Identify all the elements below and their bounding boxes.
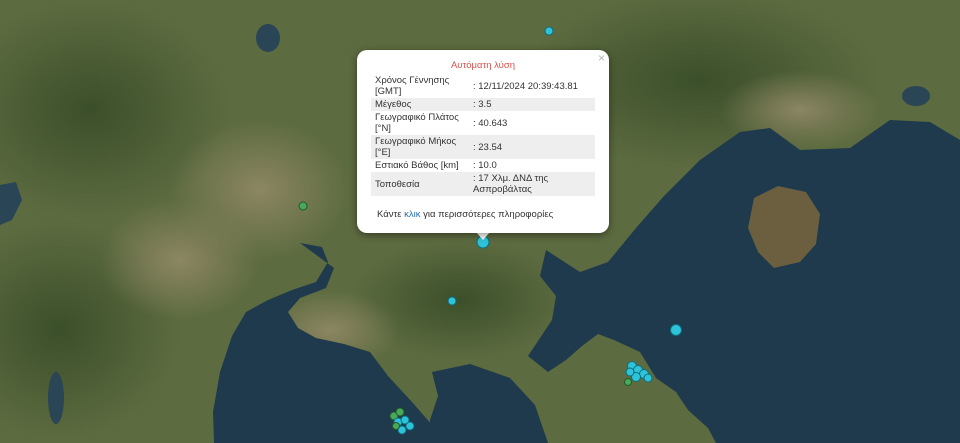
close-icon[interactable]: × [598, 51, 605, 65]
row-value: : 40.643 [473, 117, 508, 129]
earthquake-marker[interactable] [670, 324, 682, 336]
earthquake-marker[interactable] [392, 422, 400, 430]
row-value: : 23.54 [473, 141, 503, 153]
more-info-text: Κάντε κλικ για περισσότερες πληροφορίες [377, 209, 553, 220]
table-row: Χρόνος Γέννησης [GMT] : 12/11/2024 20:39… [371, 74, 595, 98]
row-value: : 10.0 [473, 160, 497, 171]
earthquake-info-table: Χρόνος Γέννησης [GMT] : 12/11/2024 20:39… [371, 74, 595, 196]
table-row: Εστιακό Βάθος [km] : 10.0 [371, 159, 595, 172]
earthquake-marker[interactable] [544, 26, 554, 36]
row-value: : 3.5 [473, 99, 492, 110]
popup-pointer [476, 232, 490, 240]
row-label: Γεωγραφικό Μήκος [°E] [375, 136, 457, 158]
lake [256, 24, 280, 52]
table-row: Μέγεθος : 3.5 [371, 98, 595, 111]
lake [48, 372, 64, 424]
row-label: Εστιακό Βάθος [km] [375, 160, 459, 171]
earthquake-marker[interactable] [643, 373, 653, 383]
more-info-suffix: για περισσότερες πληροφορίες [420, 209, 554, 220]
more-info-prefix: Κάντε [377, 209, 405, 220]
earthquake-marker[interactable] [624, 378, 632, 386]
earthquake-marker[interactable] [447, 296, 457, 306]
row-value: : 12/11/2024 20:39:43.81 [473, 80, 578, 92]
earthquake-marker[interactable] [298, 201, 308, 211]
row-label: Τοποθεσία [375, 178, 420, 190]
row-value: : 17 Χλμ. ΔΝΔ της Ασπροβάλτας [473, 173, 549, 195]
row-label: Χρόνος Γέννησης [GMT] [375, 75, 450, 97]
earthquake-marker[interactable] [625, 367, 635, 377]
table-row: Γεωγραφικό Πλάτος [°N] : 40.643 [371, 111, 595, 135]
table-row: Γεωγραφικό Μήκος [°E] : 23.54 [371, 135, 595, 159]
earthquake-marker[interactable] [395, 407, 405, 417]
earthquake-marker[interactable] [405, 421, 415, 431]
table-row: Τοποθεσία : 17 Χλμ. ΔΝΔ της Ασπροβάλτας [371, 172, 595, 196]
popup-title: Αυτόματη λύση [450, 60, 516, 71]
row-label: Μέγεθος [375, 99, 412, 110]
terrain-patch [100, 200, 260, 320]
row-label: Γεωγραφικό Πλάτος [°N] [375, 112, 459, 134]
lake [902, 86, 930, 106]
earthquake-popup: × Αυτόματη λύση Χρόνος Γέννησης [GMT] : … [357, 50, 609, 233]
more-info-link[interactable]: κλικ [404, 209, 420, 220]
